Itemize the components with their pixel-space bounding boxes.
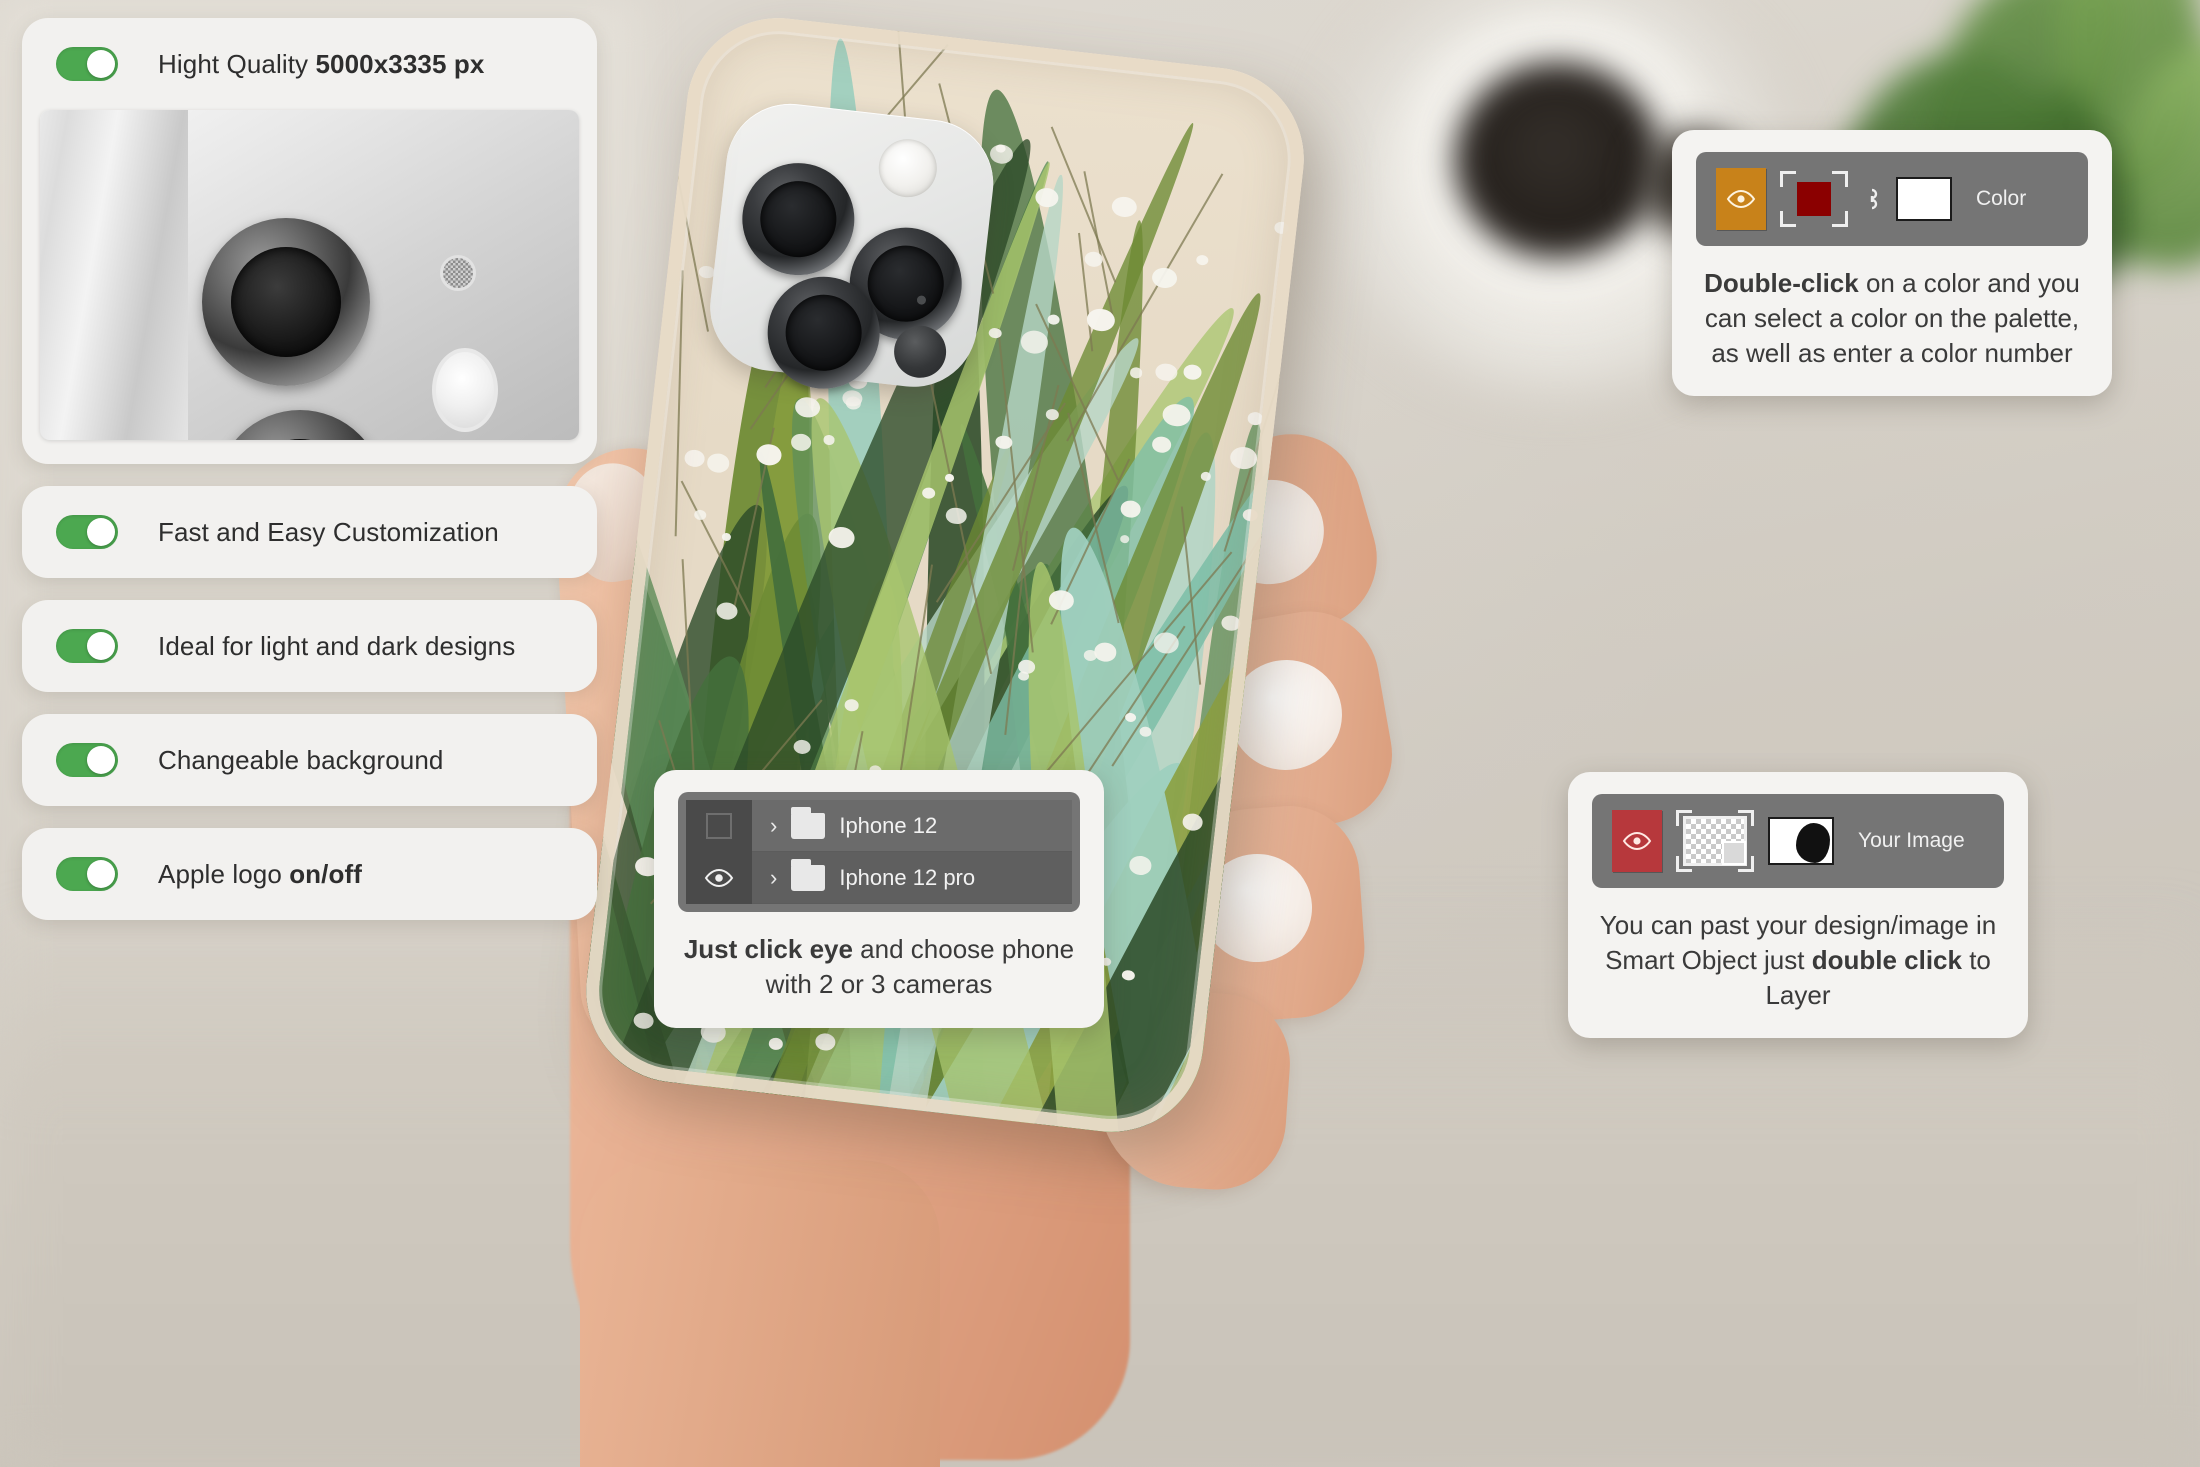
layer-name: Iphone 12 [839, 812, 938, 838]
photoshop-layers-panel[interactable]: › Iphone 12 › Iphone 12 pro [678, 792, 1080, 912]
layer-name: Your Image [1858, 829, 1965, 852]
layer-mask-thumbnail-icon[interactable] [1768, 817, 1834, 865]
coffee-liquid [1455, 62, 1660, 258]
color-swatch-selected[interactable] [1780, 171, 1848, 227]
eye-visible-icon [704, 869, 734, 887]
feature-label: Apple logo on/off [158, 858, 362, 889]
color-swatch-secondary[interactable] [1896, 177, 1952, 221]
feature-card-light-dark: Ideal for light and dark designs [22, 600, 597, 692]
feature-label: Fast and Easy Customization [158, 516, 499, 547]
smart-object-callout-card: Your Image You can past your design/imag… [1568, 772, 2028, 1039]
feature-card-apple-logo: Apple logo on/off [22, 828, 597, 920]
camera-lens-icon [736, 157, 861, 282]
feature-label: Ideal for light and dark designs [158, 630, 516, 661]
layer-name: Iphone 12 pro [839, 864, 976, 890]
toggle-on-icon[interactable] [56, 629, 118, 663]
flash-icon [875, 136, 940, 201]
layer-name: Color [1976, 187, 2027, 210]
toggle-on-icon[interactable] [56, 47, 118, 81]
link-chain-icon[interactable] [1862, 185, 1882, 213]
camera-macro-photo [40, 110, 579, 440]
color-callout-text: Double-click on a color and you can sele… [1704, 268, 2080, 368]
eye-visible-icon[interactable] [1612, 810, 1662, 872]
layers-callout-text: Just click eye and choose phone with 2 o… [683, 934, 1075, 999]
toggle-on-icon[interactable] [56, 515, 118, 549]
layer-row[interactable]: › Iphone 12 [686, 800, 1072, 852]
chevron-right-icon[interactable]: › [770, 866, 777, 889]
toggle-on-icon[interactable] [56, 743, 118, 777]
microphone-icon [440, 255, 476, 291]
chevron-right-icon[interactable]: › [770, 814, 777, 837]
smart-object-thumbnail-icon[interactable] [1676, 810, 1754, 872]
eye-visible-icon[interactable] [1716, 168, 1766, 230]
screenshot-stage: Hight Quality 5000x3335 px Fast and Easy… [0, 0, 2200, 1467]
smart-object-callout-text: You can past your design/image in Smart … [1599, 910, 1997, 1010]
photoshop-smart-object-layer-row[interactable]: Your Image [1592, 794, 2004, 888]
feature-label: Hight Quality 5000x3335 px [158, 48, 485, 79]
flash-icon [432, 348, 498, 432]
layers-callout-card: › Iphone 12 › Iphone 12 pro Just click e… [654, 770, 1104, 1028]
feature-card-customization: Fast and Easy Customization [22, 486, 597, 578]
eye-visible-icon[interactable] [686, 852, 752, 904]
layer-row[interactable]: › Iphone 12 pro [686, 852, 1072, 904]
photoshop-color-layer-row[interactable]: Color [1696, 152, 2088, 246]
eye-hidden-icon[interactable] [686, 800, 752, 852]
feature-card-background: Changeable background [22, 714, 597, 806]
toggle-on-icon[interactable] [56, 857, 118, 891]
folder-icon [791, 858, 826, 891]
eye-visible-icon [1622, 832, 1652, 850]
eye-visible-icon [1726, 190, 1756, 208]
feature-label: Changeable background [158, 744, 444, 775]
feature-list: Hight Quality 5000x3335 px Fast and Easy… [22, 18, 597, 942]
feature-card-quality: Hight Quality 5000x3335 px [22, 18, 597, 464]
color-callout-card: Color Double-click on a color and you ca… [1672, 130, 2112, 397]
folder-icon [791, 806, 826, 839]
camera-module [703, 97, 1001, 395]
